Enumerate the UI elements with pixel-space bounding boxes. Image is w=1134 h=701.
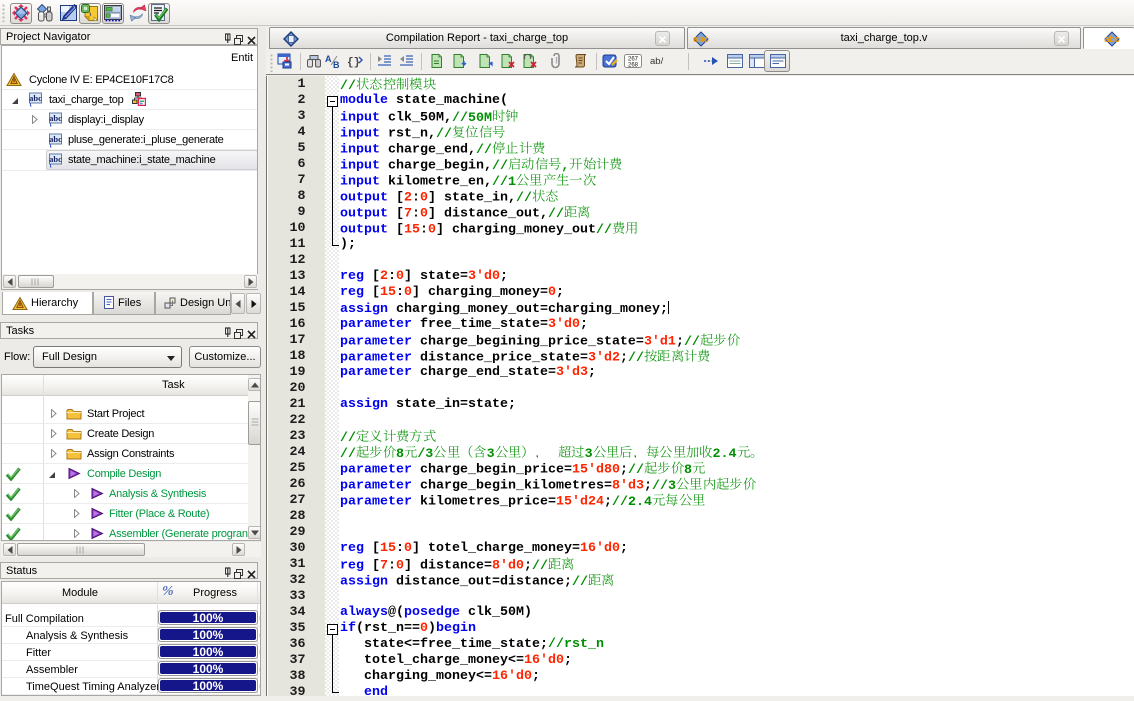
svg-text:ab/: ab/ <box>650 56 664 67</box>
svg-text:abc: abc <box>1104 34 1120 44</box>
svg-text:B: B <box>333 60 340 69</box>
svg-text:{}: {} <box>347 57 360 69</box>
svg-text:abc: abc <box>49 113 62 123</box>
svg-text:268: 268 <box>628 63 639 69</box>
svg-text:abc: abc <box>693 34 709 44</box>
svg-text:A: A <box>325 54 332 64</box>
svg-text:abc: abc <box>49 134 62 144</box>
svg-text:abc: abc <box>49 154 62 164</box>
svg-text:abc: abc <box>29 93 42 103</box>
